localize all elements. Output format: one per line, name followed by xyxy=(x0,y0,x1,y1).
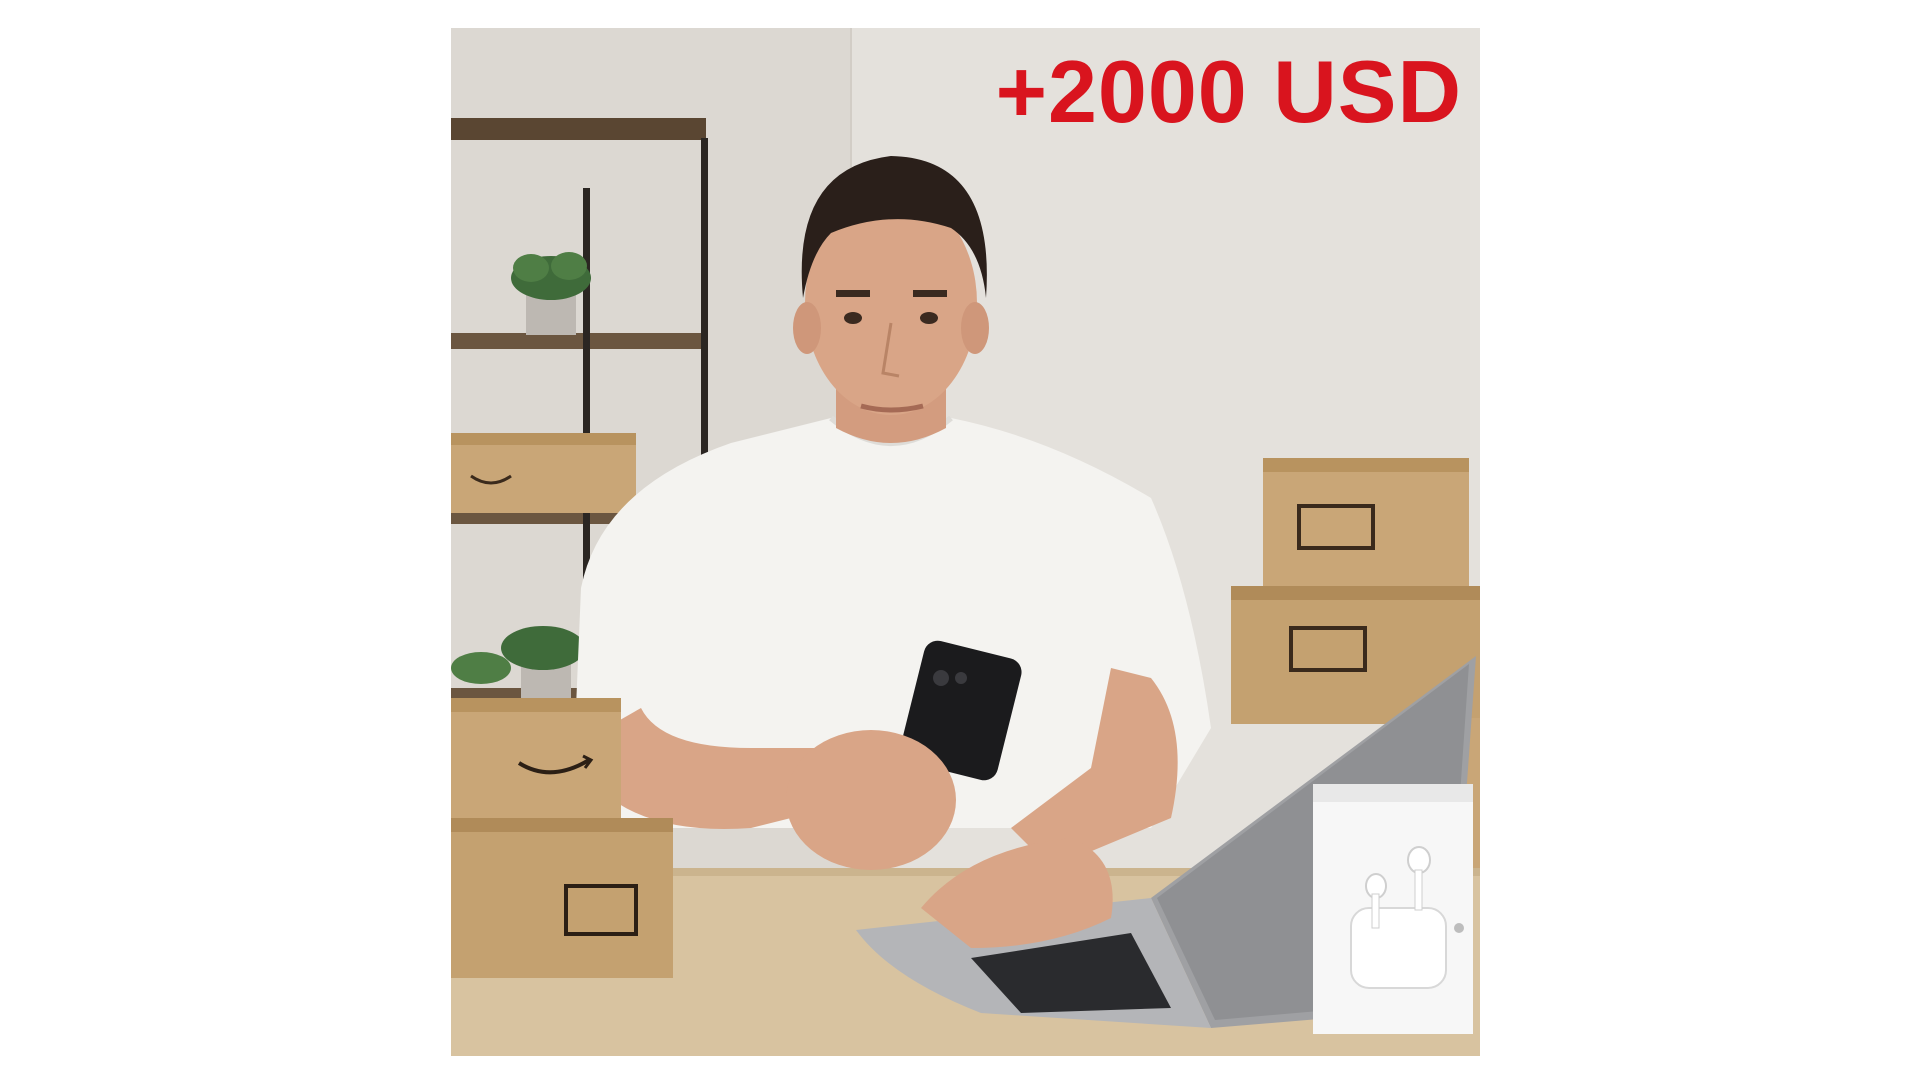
overlay-amount-text: +2000 USD xyxy=(995,42,1462,141)
shipping-box xyxy=(451,818,673,978)
photo-scene xyxy=(451,28,1480,1056)
shipping-box xyxy=(451,433,636,513)
photo-frame: +2000 USD xyxy=(451,28,1480,1056)
earbuds-box xyxy=(1313,784,1473,1034)
hand xyxy=(786,730,956,870)
shipping-box xyxy=(451,698,621,818)
shipping-box xyxy=(1263,458,1469,598)
